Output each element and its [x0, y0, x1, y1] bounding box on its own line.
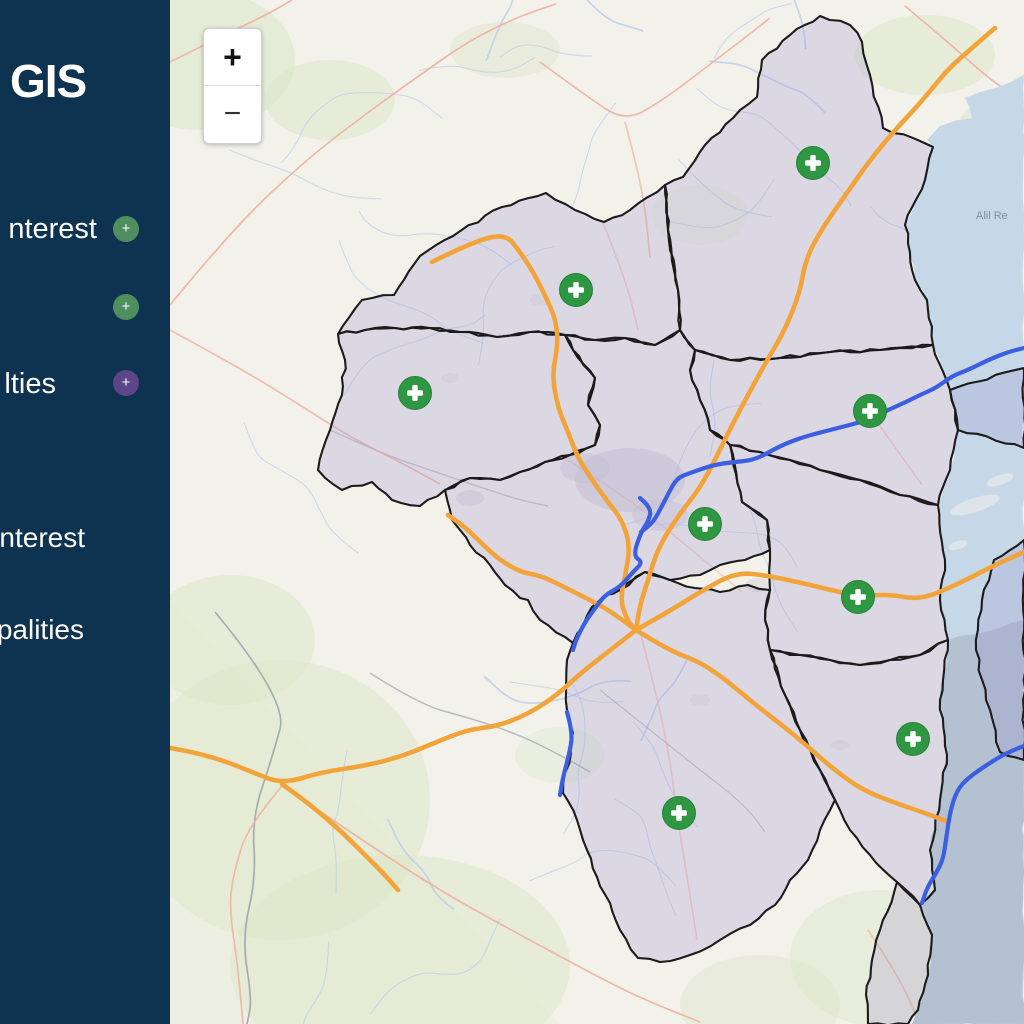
- add-layer-button-3[interactable]: +: [113, 370, 139, 396]
- nav-link-points-of-interest[interactable]: nterest: [0, 522, 85, 554]
- poi-marker[interactable]: [689, 508, 722, 541]
- zoom-out-button[interactable]: −: [204, 85, 261, 142]
- webgis-app: Alil Re + − GIS nterest + + lties + nter…: [0, 0, 1024, 1024]
- nav-link-municipalities[interactable]: palities: [0, 614, 84, 646]
- poi-marker[interactable]: [897, 723, 930, 756]
- zoom-in-button[interactable]: +: [204, 29, 261, 85]
- layer-label-points-of-interest: nterest: [8, 213, 97, 246]
- poi-marker[interactable]: [560, 274, 593, 307]
- sidebar: GIS nterest + + lties + nterest palities: [0, 0, 170, 1024]
- layer-label-municipalities: lties: [4, 368, 56, 401]
- add-layer-button-1[interactable]: +: [113, 216, 139, 242]
- poi-marker[interactable]: [842, 581, 875, 614]
- poi-marker[interactable]: [663, 797, 696, 830]
- map-zoom-control: + −: [203, 28, 262, 144]
- poi-marker[interactable]: [797, 147, 830, 180]
- poi-marker[interactable]: [399, 377, 432, 410]
- water-label: Alil Re: [976, 210, 1008, 222]
- add-layer-button-2[interactable]: +: [113, 294, 139, 320]
- poi-marker[interactable]: [854, 395, 887, 428]
- app-title: GIS: [10, 54, 86, 108]
